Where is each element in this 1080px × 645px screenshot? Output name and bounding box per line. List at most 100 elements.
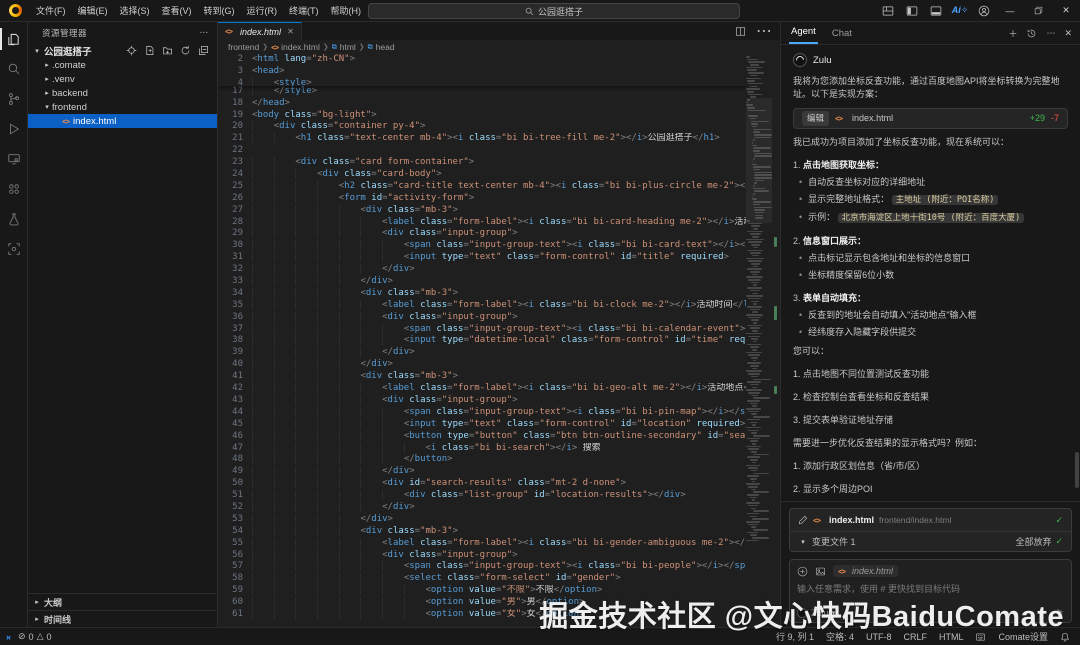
discard-all-button[interactable]: 全部放弃 xyxy=(1015,535,1051,548)
menu-item[interactable]: 帮助(H) xyxy=(325,1,368,20)
problems-indicator[interactable]: ⊘ 0 △ 0 xyxy=(18,631,52,642)
comate-ai-icon[interactable]: Ai✧ xyxy=(948,0,972,21)
code-line[interactable]: 41 <div class="mb-3"> xyxy=(218,371,746,383)
menu-item[interactable]: 转到(G) xyxy=(198,1,241,20)
code-line[interactable]: 29 <div class="input-group"> xyxy=(218,228,746,240)
notifications-bell-icon[interactable] xyxy=(1060,632,1070,642)
code-line[interactable]: 60 <option value="男">男</option> xyxy=(218,597,746,609)
code-line[interactable]: 4 <style> xyxy=(218,78,746,86)
menu-item[interactable]: 运行(R) xyxy=(241,1,284,20)
collapse-all-icon[interactable] xyxy=(198,45,209,56)
command-center-search[interactable]: 公园逛搭子 xyxy=(368,3,740,19)
minimize-button[interactable]: — xyxy=(996,0,1024,21)
code-line[interactable]: 61 <option value="女">女</option> xyxy=(218,609,746,621)
new-file-icon[interactable] xyxy=(144,45,155,56)
edit-file-card[interactable]: 编辑 <> index.html +29 -7 xyxy=(793,108,1068,129)
accept-file-icon[interactable]: ✓ xyxy=(1055,515,1063,526)
code-line[interactable]: 33 </div> xyxy=(218,276,746,288)
code-line[interactable]: 49 </div> xyxy=(218,466,746,478)
code-line[interactable]: 21 <h1 class="text-center mb-4"><i class… xyxy=(218,133,746,145)
customize-layout-icon[interactable] xyxy=(876,0,900,21)
restore-button[interactable] xyxy=(1024,0,1052,21)
agent-selector[interactable]: Zulu xyxy=(811,608,829,618)
code-line[interactable]: 44 <span class="input-group-text"><i cla… xyxy=(218,407,746,419)
testing-icon[interactable] xyxy=(0,204,28,234)
locate-file-icon[interactable] xyxy=(126,45,137,56)
tree-item-frontend[interactable]: ▾ frontend xyxy=(28,100,217,114)
code-line[interactable]: 18 </head> xyxy=(218,98,746,110)
code-line[interactable]: 3 <head> xyxy=(218,66,746,78)
code-line[interactable]: 2 <html lang="zh-CN"> xyxy=(218,54,746,66)
new-folder-icon[interactable] xyxy=(162,45,173,56)
tab-close-icon[interactable]: ✕ xyxy=(287,27,294,36)
tab-agent[interactable]: Agent xyxy=(789,26,818,44)
code-line[interactable]: 17 </style> xyxy=(218,86,746,98)
breadcrumb-item[interactable]: index.html xyxy=(281,42,320,52)
code-line[interactable]: 31 <input type="text" class="form-contro… xyxy=(218,252,746,264)
code-line[interactable]: 35 <label class="form-label"><i class="b… xyxy=(218,300,746,312)
close-window-button[interactable]: ✕ xyxy=(1052,0,1080,21)
breadcrumb-item[interactable]: html xyxy=(340,42,356,52)
history-icon[interactable] xyxy=(1026,28,1037,39)
menu-item[interactable]: 文件(F) xyxy=(30,1,72,20)
code-line[interactable]: 26 <form id="activity-form"> xyxy=(218,193,746,205)
changed-file-row[interactable]: <> index.html frontend/index.html ✓ xyxy=(790,509,1071,531)
remote-indicator-icon[interactable]: ›‹ xyxy=(6,632,11,642)
context-file-tag[interactable]: <> index.html xyxy=(833,565,899,577)
explorer-icon[interactable] xyxy=(0,24,28,54)
refresh-icon[interactable] xyxy=(180,45,191,56)
status-item[interactable]: 行 9, 列 1 xyxy=(776,630,814,643)
chat-input-box[interactable]: <> index.html 输入任意需求，使用 # 更快找到目标代码 Zulu … xyxy=(789,559,1072,623)
code-line[interactable]: 20 <div class="container py-4"> xyxy=(218,121,746,133)
tree-item-indexhtml[interactable]: <> index.html xyxy=(28,114,217,128)
code-line[interactable]: 38 <input type="datetime-local" class="f… xyxy=(218,335,746,347)
status-item[interactable]: CRLF xyxy=(903,632,927,642)
code-line[interactable]: 48 </button> xyxy=(218,454,746,466)
search-view-icon[interactable] xyxy=(0,54,28,84)
code-line[interactable]: 23 <div class="card form-container"> xyxy=(218,157,746,169)
menu-item[interactable]: 终端(T) xyxy=(283,1,325,20)
new-chat-icon[interactable]: ＋ xyxy=(1008,27,1017,40)
menu-item[interactable]: 选择(S) xyxy=(114,1,156,20)
code-line[interactable]: 57 <span class="input-group-text"><i cla… xyxy=(218,561,746,573)
code-line[interactable]: 55 <label class="form-label"><i class="b… xyxy=(218,538,746,550)
minimap[interactable] xyxy=(746,54,772,627)
tab-chat[interactable]: Chat xyxy=(830,28,854,44)
code-line[interactable]: 47 <i class="bi bi-search"></i> 搜索 xyxy=(218,443,746,455)
tab-index-html[interactable]: <> index.html ✕ xyxy=(218,22,302,40)
toggle-panel-icon[interactable] xyxy=(924,0,948,21)
code-line[interactable]: 32 </div> xyxy=(218,264,746,276)
code-line[interactable]: 42 <label class="form-label"><i class="b… xyxy=(218,383,746,395)
account-icon[interactable] xyxy=(972,0,996,21)
tree-item-comate[interactable]: ▸ .comate xyxy=(28,58,217,72)
code-line[interactable]: 56 <div class="input-group"> xyxy=(218,550,746,562)
menu-item[interactable]: 查看(V) xyxy=(156,1,198,20)
code-line[interactable]: 27 <div class="mb-3"> xyxy=(218,205,746,217)
attach-image-icon[interactable] xyxy=(815,566,826,577)
comate-view-icon[interactable] xyxy=(0,234,28,264)
remote-explorer-icon[interactable] xyxy=(0,144,28,174)
code-line[interactable]: 39 </div> xyxy=(218,347,746,359)
tree-item-venv[interactable]: ▸ .venv xyxy=(28,72,217,86)
extensions-icon[interactable] xyxy=(0,174,28,204)
accept-all-icon[interactable]: ✓ xyxy=(1055,536,1063,547)
source-control-icon[interactable] xyxy=(0,84,28,114)
code-line[interactable]: 43 <div class="input-group"> xyxy=(218,395,746,407)
code-line[interactable]: 37 <span class="input-group-text"><i cla… xyxy=(218,324,746,336)
chat-scrollbar[interactable] xyxy=(1075,452,1079,488)
chat-close-icon[interactable]: ✕ xyxy=(1064,28,1072,39)
code-line[interactable]: 45 <input type="text" class="form-contro… xyxy=(218,419,746,431)
chat-more-icon[interactable]: ⋯ xyxy=(1046,28,1055,39)
code-line[interactable]: 40 </div> xyxy=(218,359,746,371)
code-line[interactable]: 36 <div class="input-group"> xyxy=(218,312,746,324)
toggle-sidebar-icon[interactable] xyxy=(900,0,924,21)
breadcrumb-item[interactable]: frontend xyxy=(228,42,259,52)
code-line[interactable]: 46 <button type="button" class="btn btn-… xyxy=(218,431,746,443)
code-line[interactable]: 19 <body class="bg-light"> xyxy=(218,110,746,122)
code-line[interactable]: 28 <label class="form-label"><i class="b… xyxy=(218,217,746,229)
code-area[interactable]: 2 <html lang="zh-CN"> 3 <head> 4 <style> 17 … xyxy=(218,54,747,627)
timeline-section[interactable]: ▸ 时间线 xyxy=(28,610,217,627)
status-item[interactable]: HTML xyxy=(939,632,964,642)
menu-item[interactable]: 编辑(E) xyxy=(72,1,114,20)
code-line[interactable]: 24 <div class="card-body"> xyxy=(218,169,746,181)
